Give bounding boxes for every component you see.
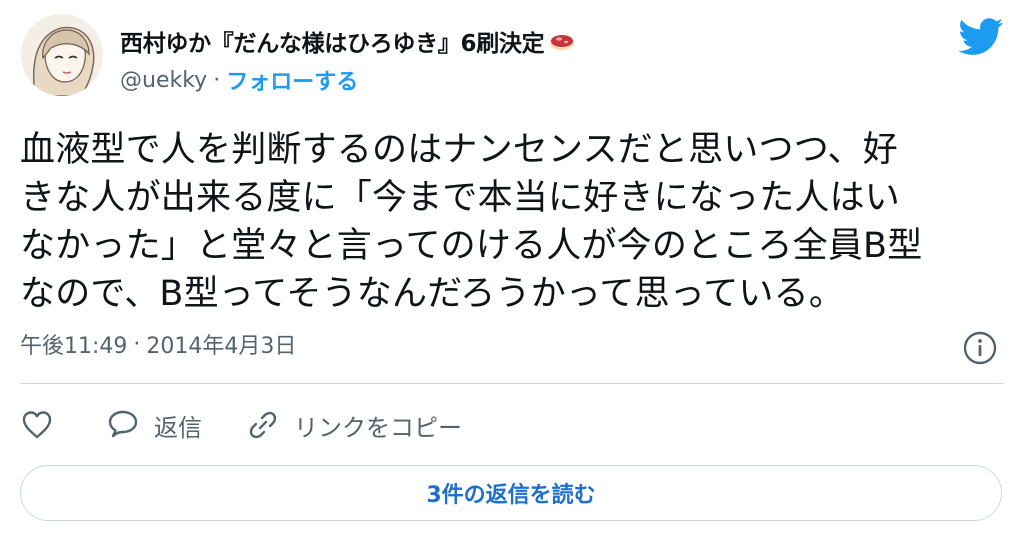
reply-label: 返信: [154, 413, 202, 442]
reply-button[interactable]: 返信: [106, 408, 202, 443]
tweet-date: 2014年4月3日: [146, 334, 297, 359]
author-name-row: 西村ゆか『だんな様はひろゆき』6刷決定: [120, 24, 576, 58]
meat-emoji-icon: [548, 31, 576, 51]
follow-button[interactable]: フォローする: [226, 64, 358, 96]
copy-link-button[interactable]: リンクをコピー: [246, 408, 462, 443]
avatar-illustration: [21, 14, 103, 96]
timestamp-separator: ·: [133, 331, 141, 357]
author-display-name[interactable]: 西村ゆか『だんな様はひろゆき』6刷決定: [120, 24, 545, 58]
action-bar: 返信 リンクをコピー: [20, 400, 462, 450]
link-icon: [249, 411, 277, 439]
twitter-bird-icon[interactable]: [958, 18, 1004, 56]
copy-link-label: リンクをコピー: [294, 413, 462, 442]
divider: [20, 383, 1004, 384]
author-handle[interactable]: @uekky: [120, 68, 207, 93]
tweet-time: 午後11:49: [20, 334, 128, 359]
speech-bubble-icon: [108, 410, 138, 438]
tweet-embed-card: 西村ゆか『だんな様はひろゆき』6刷決定 @uekky · フォローする 血液型で…: [0, 0, 1024, 551]
handle-separator: ·: [213, 67, 221, 93]
tweet-timestamp[interactable]: 午後11:49 · 2014年4月3日: [20, 328, 296, 360]
like-button[interactable]: [20, 408, 54, 442]
heart-icon: [22, 411, 52, 439]
avatar[interactable]: [21, 14, 103, 96]
author-handle-row: @uekky · フォローする: [120, 64, 358, 96]
read-replies-button[interactable]: 3件の返信を読む: [20, 465, 1002, 521]
tweet-text: 血液型で人を判断するのはナンセンスだと思いつつ、好 きな人が出来る度に「今まで本…: [20, 130, 923, 314]
info-icon[interactable]: [962, 330, 998, 366]
